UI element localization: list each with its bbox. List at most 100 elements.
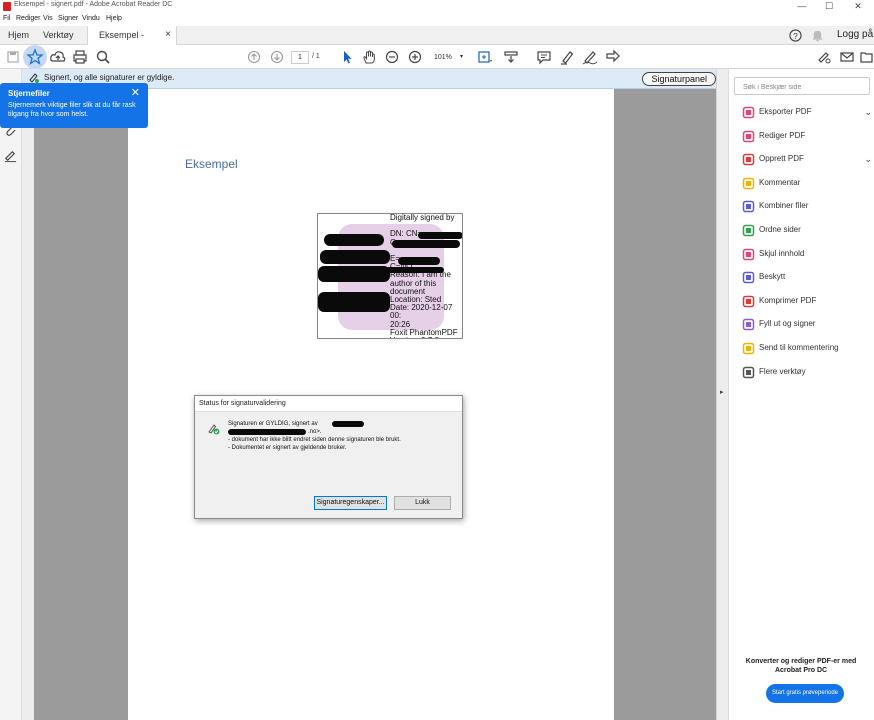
tool-item-label: Fyll ut og signer bbox=[759, 319, 816, 328]
more-tools-icon bbox=[742, 366, 755, 379]
tool-item-label: Komprimer PDF bbox=[759, 296, 817, 305]
select-cursor-icon[interactable] bbox=[338, 48, 356, 66]
page-total: / 1 bbox=[312, 53, 320, 60]
redaction-mark bbox=[320, 250, 390, 264]
tool-item-label: Skjul innhold bbox=[759, 249, 805, 258]
sign-request-icon[interactable] bbox=[815, 48, 833, 66]
star-icon[interactable] bbox=[26, 48, 44, 66]
redact-icon bbox=[742, 248, 755, 261]
tool-item[interactable]: Skjul innhold bbox=[740, 246, 874, 264]
tool-item[interactable]: Ordne sider bbox=[740, 222, 874, 240]
zoom-chevron-icon: ▾ bbox=[459, 54, 463, 60]
signature-stamp[interactable]: Digitally signed byDN: CN=O=E=C=NOReason… bbox=[317, 213, 463, 339]
redaction-mark bbox=[332, 421, 364, 427]
menu-help[interactable]: Hjelp bbox=[106, 15, 122, 22]
login-link[interactable]: Logg på bbox=[837, 29, 873, 40]
tool-item[interactable]: Komprimer PDF bbox=[740, 293, 874, 311]
tool-item[interactable]: Beskytt bbox=[740, 269, 874, 287]
tab-tools[interactable]: Verktøy bbox=[43, 26, 74, 45]
signature-detail-line bbox=[390, 247, 462, 255]
valid-signature-icon bbox=[207, 422, 221, 436]
close-dialog-button[interactable]: Lukk bbox=[394, 496, 451, 510]
expand-chevron-icon[interactable]: ⌄ bbox=[864, 107, 872, 118]
title-bar: Eksempel - signert.pdf - Adobe Acrobat R… bbox=[0, 0, 874, 14]
page-up-icon[interactable] bbox=[245, 48, 263, 66]
tool-item[interactable]: Fyll ut og signer bbox=[740, 316, 874, 334]
edit-pdf-icon bbox=[742, 130, 755, 143]
tab-home[interactable]: Hjem bbox=[8, 26, 29, 45]
tab-bar: Hjem Verktøy Eksempel - signert... × ? L… bbox=[0, 26, 874, 58]
redaction-mark bbox=[398, 257, 440, 265]
sign-icon[interactable] bbox=[581, 48, 599, 66]
redaction-mark bbox=[392, 240, 460, 248]
signature-panel-button[interactable]: Signaturpanel bbox=[642, 72, 716, 86]
menu-bar: Fil Rediger Vis Signer Vindu Hjelp bbox=[0, 14, 874, 26]
redaction-mark bbox=[318, 292, 390, 312]
send-for-review-icon bbox=[742, 342, 755, 355]
redaction-mark bbox=[386, 267, 444, 273]
comment-tool-icon bbox=[742, 177, 755, 190]
tooltip-title: Stjernefiler bbox=[8, 89, 50, 98]
tool-item[interactable]: Opprett PDF ⌄ bbox=[740, 151, 874, 169]
create-pdf-icon bbox=[742, 153, 755, 166]
cloud-upload-icon[interactable] bbox=[49, 48, 67, 66]
menu-view[interactable]: Vis bbox=[43, 15, 53, 22]
tooltip-body: Stjernemerk viktige filer slik at du får… bbox=[8, 102, 136, 118]
save-icon[interactable] bbox=[4, 48, 22, 66]
menu-file[interactable]: Fil bbox=[3, 15, 10, 22]
search-icon[interactable] bbox=[94, 48, 112, 66]
mail-icon[interactable] bbox=[838, 48, 856, 66]
help-icon[interactable]: ? bbox=[789, 29, 802, 42]
tools-search-input[interactable] bbox=[735, 79, 869, 96]
page-down-icon[interactable] bbox=[268, 48, 286, 66]
zoom-value: 101% bbox=[434, 54, 452, 61]
tool-item[interactable]: Kombiner filer bbox=[740, 198, 874, 216]
highlight-pen-icon[interactable] bbox=[558, 48, 576, 66]
hand-tool-icon[interactable] bbox=[360, 48, 378, 66]
maximize-button[interactable]: ☐ bbox=[817, 0, 841, 14]
tool-item[interactable]: Flere verktøy bbox=[740, 364, 874, 382]
tools-search-box bbox=[734, 77, 870, 96]
page-number-input[interactable]: 1 bbox=[291, 51, 309, 64]
start-trial-button[interactable]: Start gratis prøveperiode bbox=[766, 684, 844, 703]
open-file-icon[interactable] bbox=[858, 48, 874, 66]
minimize-button[interactable]: — bbox=[790, 0, 814, 14]
menu-sign[interactable]: Signer bbox=[58, 15, 78, 22]
starred-files-tooltip: Stjernefiler ✕ Stjernemerk viktige filer… bbox=[0, 83, 148, 128]
document-heading: Eksempel bbox=[185, 157, 238, 171]
tool-item[interactable]: Eksporter PDF ⌄ bbox=[740, 104, 874, 122]
zoom-in-icon[interactable] bbox=[406, 48, 424, 66]
scroll-mode-icon[interactable] bbox=[502, 48, 520, 66]
bell-icon[interactable] bbox=[811, 29, 824, 42]
tooltip-close-icon[interactable]: ✕ bbox=[131, 86, 140, 99]
print-icon[interactable] bbox=[71, 48, 89, 66]
tool-item[interactable]: Send til kommentering bbox=[740, 340, 874, 358]
signature-validation-dialog: Status for signaturvalidering Signaturen… bbox=[194, 395, 463, 519]
comment-icon[interactable] bbox=[535, 48, 553, 66]
protect-icon bbox=[742, 271, 755, 284]
tool-item-label: Send til kommentering bbox=[759, 343, 839, 352]
combine-files-icon bbox=[742, 200, 755, 213]
menu-window[interactable]: Vindu bbox=[82, 15, 100, 22]
close-window-button[interactable]: ✕ bbox=[846, 0, 870, 14]
redaction-mark bbox=[324, 234, 384, 246]
signature-panel-icon[interactable] bbox=[3, 148, 18, 163]
document-gutter-left bbox=[22, 89, 34, 720]
tool-item-label: Opprett PDF bbox=[759, 154, 804, 163]
tool-item-label: Kommentar bbox=[759, 178, 801, 187]
menu-edit[interactable]: Rediger bbox=[16, 15, 41, 22]
dialog-line-1: Signaturen er GYLDIG, signert av bbox=[228, 421, 318, 427]
tab-document[interactable]: Eksempel - signert... × bbox=[87, 26, 177, 58]
zoom-out-icon[interactable] bbox=[383, 48, 401, 66]
signature-properties-button[interactable]: Signaturegenskaper... bbox=[314, 496, 387, 510]
collapse-right-icon[interactable]: ▸ bbox=[720, 388, 724, 396]
expand-chevron-icon[interactable]: ⌄ bbox=[864, 154, 872, 165]
close-tab-icon[interactable]: × bbox=[165, 26, 171, 44]
tool-item[interactable]: Kommentar bbox=[740, 175, 874, 193]
redaction-mark bbox=[228, 429, 306, 435]
fit-page-icon[interactable] bbox=[475, 48, 493, 66]
zoom-select[interactable]: 101% ▾ bbox=[428, 51, 466, 64]
tool-item[interactable]: Rediger PDF bbox=[740, 128, 874, 146]
share-icon[interactable] bbox=[604, 48, 622, 66]
compress-pdf-icon bbox=[742, 295, 755, 308]
